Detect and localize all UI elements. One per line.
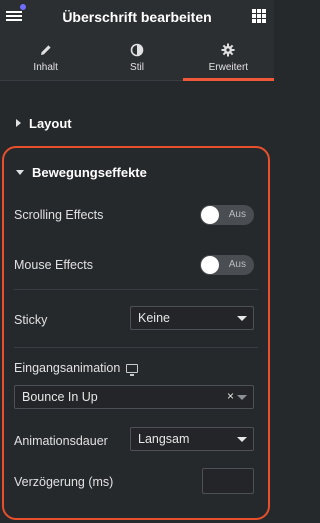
entrance-animation-label: Eingangsanimation [14, 361, 121, 375]
section-motion-header[interactable]: Bewegungseffekte [16, 165, 147, 180]
sticky-value: Keine [138, 311, 170, 325]
animation-duration-value: Langsam [138, 432, 190, 446]
scrolling-effects-row: Scrolling Effects Aus [14, 205, 254, 225]
panel-tabs: Inhalt Stil Erweitert [0, 34, 275, 81]
toggle-state: Aus [228, 259, 246, 270]
panel-header: Überschrift bearbeiten [0, 0, 274, 34]
section-layout-title: Layout [29, 115, 72, 131]
mouse-effects-row: Mouse Effects Aus [14, 255, 254, 275]
entrance-animation-value: Bounce In Up [22, 390, 98, 404]
entrance-animation-select[interactable]: Bounce In Up × [14, 385, 254, 409]
animation-duration-select[interactable]: Langsam [130, 427, 254, 451]
caret-down-icon [16, 170, 24, 175]
toggle-state: Aus [228, 209, 246, 220]
contrast-icon [130, 42, 144, 58]
chevron-down-icon [237, 395, 247, 400]
widgets-grid-icon[interactable] [252, 9, 266, 23]
animation-delay-label: Verzögerung (ms) [14, 475, 114, 489]
tab-erweitert-label: Erweitert [208, 61, 249, 73]
section-motion-effects: Bewegungseffekte Scrolling Effects Aus M… [2, 146, 270, 520]
section-layout[interactable]: Layout [0, 106, 274, 140]
tab-inhalt-label: Inhalt [33, 61, 58, 73]
chevron-down-icon [237, 316, 247, 321]
mouse-effects-toggle[interactable]: Aus [200, 255, 254, 275]
divider [14, 289, 258, 290]
toggle-knob [201, 206, 219, 224]
gear-icon [221, 42, 235, 58]
editor-panel: Überschrift bearbeiten Inhalt Stil Erwei… [0, 0, 275, 523]
section-motion-title: Bewegungseffekte [32, 165, 147, 180]
sticky-label: Sticky [14, 313, 48, 327]
chevron-down-icon [237, 437, 247, 442]
tab-stil-label: Stil [130, 61, 144, 73]
caret-right-icon [16, 119, 21, 127]
tab-stil[interactable]: Stil [91, 34, 182, 80]
panel-title: Überschrift bearbeiten [62, 9, 212, 25]
scrolling-effects-toggle[interactable]: Aus [200, 205, 254, 225]
pencil-icon [39, 42, 53, 58]
scrolling-effects-label: Scrolling Effects [14, 208, 104, 222]
clear-icon[interactable]: × [227, 389, 234, 403]
desktop-icon[interactable] [126, 364, 139, 377]
tab-erweitert[interactable]: Erweitert [182, 34, 275, 81]
entrance-animation-row: Eingangsanimation [14, 360, 254, 377]
divider [14, 347, 258, 348]
animation-delay-input[interactable] [202, 468, 254, 494]
toggle-knob [201, 256, 219, 274]
animation-duration-label: Animationsdauer [14, 434, 108, 448]
mouse-effects-label: Mouse Effects [14, 258, 93, 272]
tab-inhalt[interactable]: Inhalt [0, 34, 91, 80]
sticky-select[interactable]: Keine [130, 306, 254, 330]
